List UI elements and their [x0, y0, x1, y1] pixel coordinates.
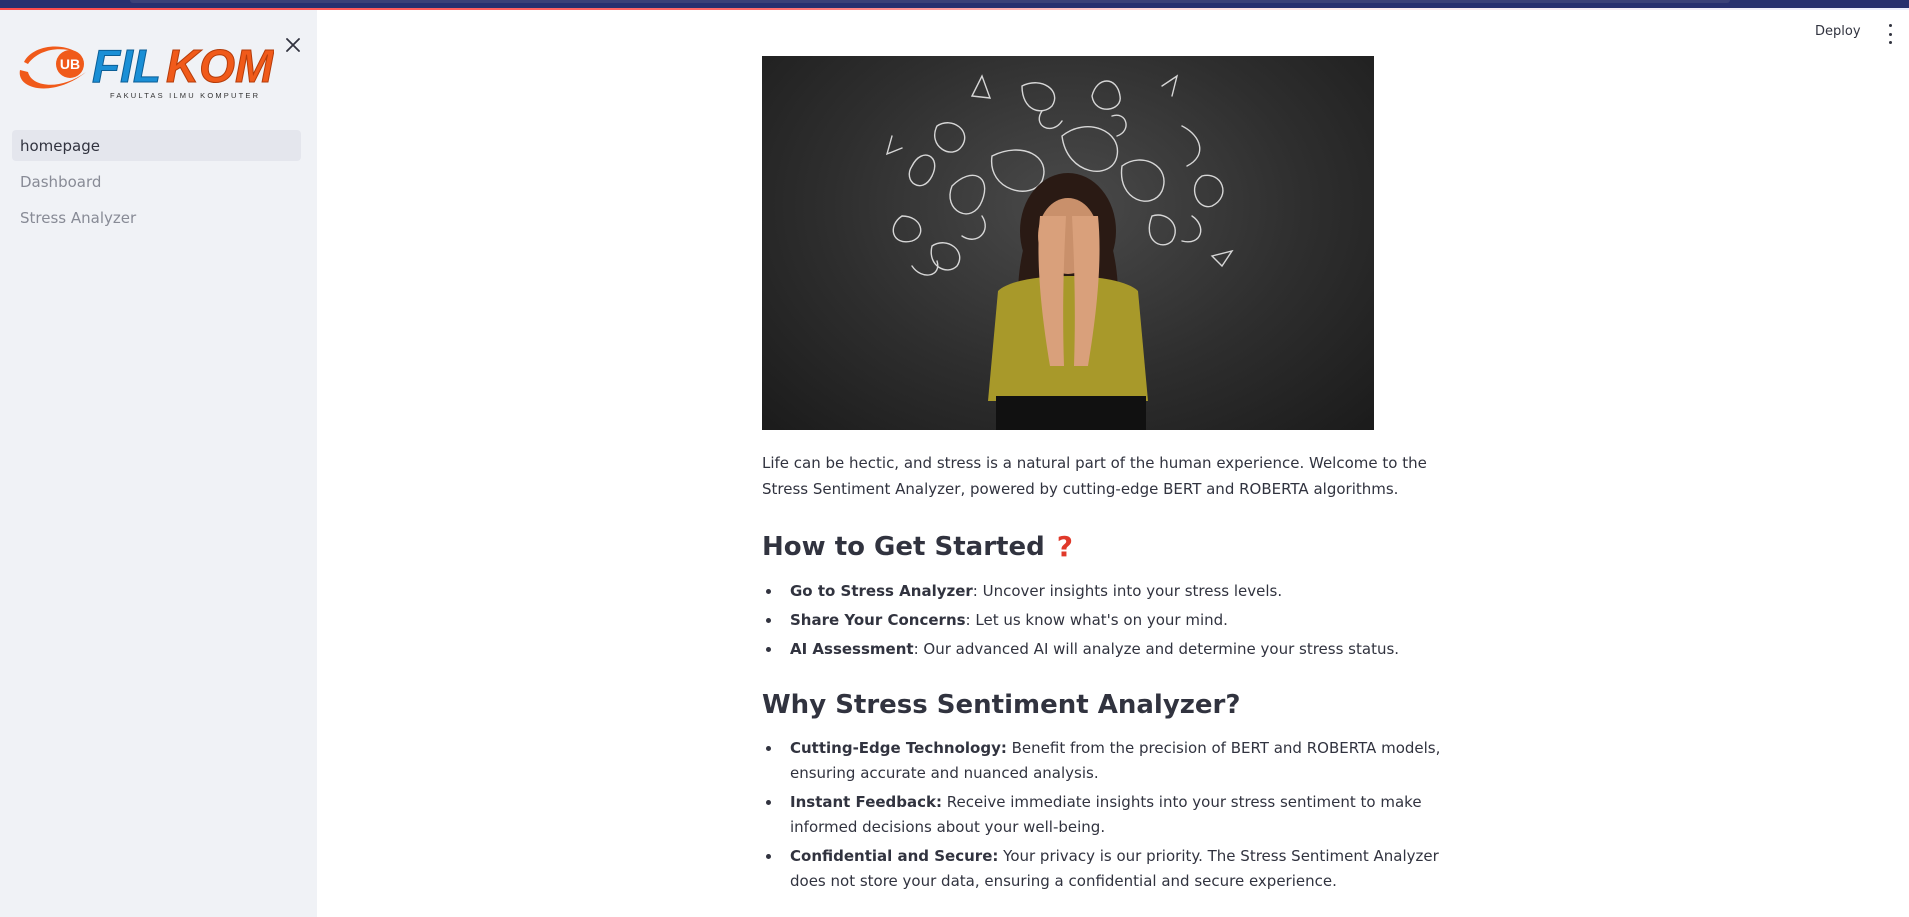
svg-text:UB: UB — [60, 56, 80, 72]
close-icon — [286, 38, 300, 52]
list-item: Go to Stress Analyzer: Uncover insights … — [762, 579, 1472, 604]
list-item: Cutting-Edge Technology: Benefit from th… — [762, 736, 1472, 786]
svg-text:FAKULTAS ILMU KOMPUTER: FAKULTAS ILMU KOMPUTER — [110, 91, 260, 100]
deploy-button[interactable]: Deploy — [1815, 24, 1861, 39]
browser-frame — [0, 0, 1909, 8]
sidebar-nav: homepage Dashboard Stress Analyzer — [12, 130, 301, 238]
top-bar — [0, 0, 1909, 10]
filkom-logo: UB FIL KOM FAKULTAS ILMU KOMPUTER — [14, 32, 276, 104]
sidebar-item-dashboard[interactable]: Dashboard — [12, 166, 301, 197]
sidebar-item-label: Dashboard — [20, 172, 102, 191]
section-heading-why: Why Stress Sentiment Analyzer? — [762, 690, 1472, 720]
sidebar: UB FIL KOM FAKULTAS ILMU KOMPUTER homepa… — [0, 10, 317, 917]
list-item: Share Your Concerns: Let us know what's … — [762, 608, 1472, 633]
section-title: How to Get Started — [762, 531, 1045, 562]
svg-text:FIL: FIL — [92, 40, 161, 92]
sidebar-item-stress-analyzer[interactable]: Stress Analyzer — [12, 202, 301, 233]
sidebar-item-homepage[interactable]: homepage — [12, 130, 301, 161]
sidebar-item-label: homepage — [20, 136, 100, 155]
get-started-list: Go to Stress Analyzer: Uncover insights … — [762, 579, 1472, 662]
list-item: Confidential and Secure: Your privacy is… — [762, 844, 1472, 894]
close-sidebar-button[interactable] — [282, 34, 304, 56]
question-mark-icon: ? — [1056, 530, 1073, 563]
list-item: AI Assessment: Our advanced AI will anal… — [762, 637, 1472, 662]
why-list: Cutting-Edge Technology: Benefit from th… — [762, 736, 1472, 894]
section-heading-get-started: How to Get Started ? — [762, 530, 1472, 563]
hero-image — [762, 56, 1374, 430]
kebab-menu-icon[interactable] — [1886, 24, 1894, 44]
list-item: Instant Feedback: Receive immediate insi… — [762, 790, 1472, 840]
main-content: Life can be hectic, and stress is a natu… — [762, 56, 1472, 898]
svg-text:KOM: KOM — [166, 40, 274, 92]
section-title: Why Stress Sentiment Analyzer? — [762, 690, 1241, 720]
intro-paragraph: Life can be hectic, and stress is a natu… — [762, 454, 1427, 498]
sidebar-item-label: Stress Analyzer — [20, 208, 137, 227]
